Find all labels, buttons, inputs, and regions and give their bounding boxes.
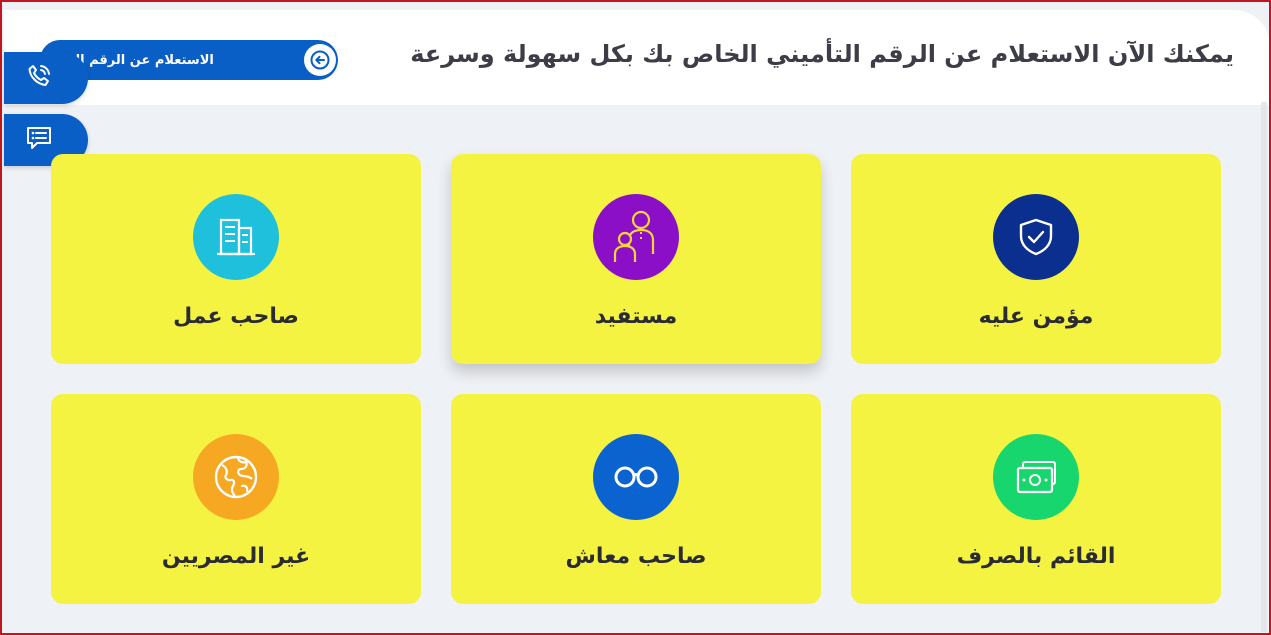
card-pensioner-label: صاحب معاش	[565, 544, 707, 569]
phone-call-icon	[24, 61, 54, 95]
beneficiary-family-icon	[593, 194, 679, 280]
building-icon	[193, 194, 279, 280]
cash-icon	[993, 434, 1079, 520]
chat-message-icon	[24, 123, 54, 157]
shield-check-icon	[993, 194, 1079, 280]
page-title: يمكنك الآن الاستعلام عن الرقم التأميني ا…	[410, 40, 1234, 68]
card-pensioner[interactable]: صاحب معاش	[451, 394, 821, 604]
card-employer-label: صاحب عمل	[173, 304, 299, 329]
card-insured-label: مؤمن عليه	[978, 304, 1094, 329]
globe-icon	[193, 434, 279, 520]
card-beneficiary[interactable]: مستفيد	[451, 154, 821, 364]
card-disbursement-officer[interactable]: القائم بالصرف	[851, 394, 1221, 604]
glasses-icon	[593, 434, 679, 520]
scrollbar[interactable]	[1261, 102, 1267, 632]
card-beneficiary-label: مستفيد	[594, 304, 678, 329]
card-non-egyptians[interactable]: غير المصريين	[51, 394, 421, 604]
card-insured[interactable]: مؤمن عليه	[851, 154, 1221, 364]
card-non-egyptians-label: غير المصريين	[161, 544, 311, 569]
page-frame: يمكنك الآن الاستعلام عن الرقم التأميني ا…	[0, 0, 1271, 635]
card-employer[interactable]: صاحب عمل	[51, 154, 421, 364]
arrow-left-icon[interactable]	[304, 44, 336, 76]
card-disbursement-officer-label: القائم بالصرف	[956, 544, 1116, 569]
call-button[interactable]	[4, 52, 88, 104]
